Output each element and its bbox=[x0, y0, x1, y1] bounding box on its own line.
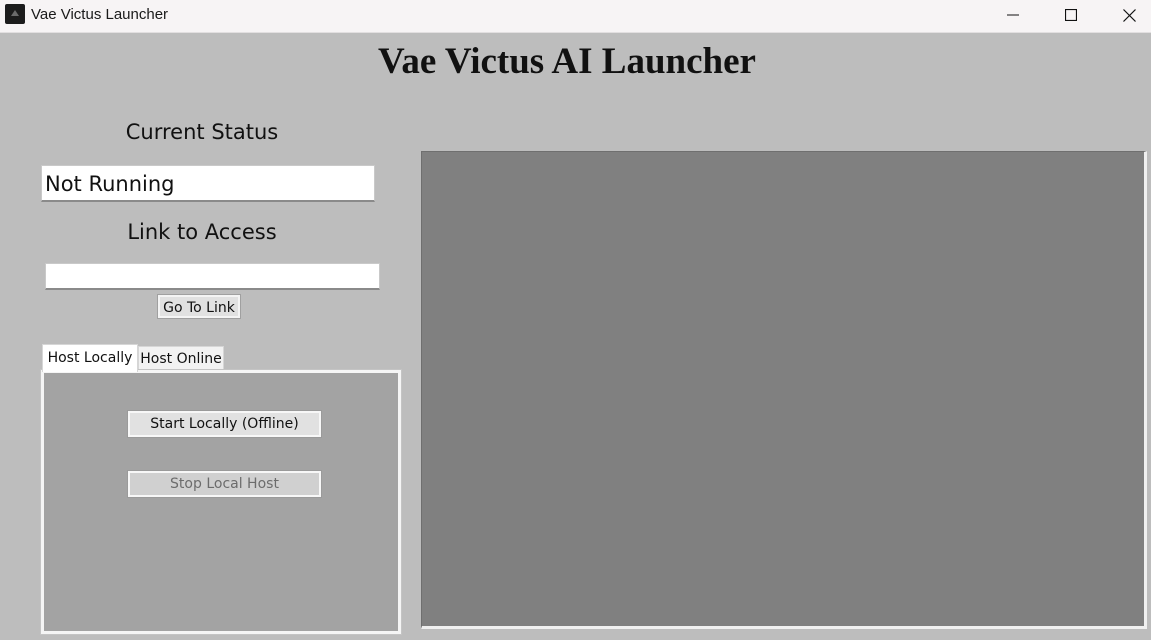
link-input[interactable] bbox=[45, 263, 380, 290]
link-label: Link to Access bbox=[127, 220, 277, 244]
maximize-button[interactable] bbox=[1048, 0, 1094, 30]
start-locally-button[interactable]: Start Locally (Offline) bbox=[127, 410, 322, 438]
host-locally-panel bbox=[40, 369, 402, 635]
minimize-icon bbox=[1007, 14, 1019, 16]
stop-local-host-button[interactable]: Stop Local Host bbox=[127, 470, 322, 498]
display-area bbox=[421, 151, 1147, 629]
close-button[interactable] bbox=[1106, 0, 1151, 30]
status-field: Not Running bbox=[41, 165, 375, 202]
close-icon bbox=[1122, 8, 1136, 22]
tab-host-online[interactable]: Host Online bbox=[138, 346, 224, 371]
tab-host-locally[interactable]: Host Locally bbox=[42, 344, 138, 372]
app-logo-icon bbox=[5, 4, 25, 24]
window-title: Vae Victus Launcher bbox=[31, 6, 169, 23]
title-bar[interactable]: Vae Victus Launcher bbox=[0, 0, 1151, 33]
app-window: Vae Victus Launcher Vae Victus AI Launch… bbox=[0, 0, 1151, 640]
maximize-icon bbox=[1065, 9, 1077, 21]
status-label: Current Status bbox=[125, 120, 279, 144]
minimize-button[interactable] bbox=[990, 0, 1036, 30]
go-to-link-button[interactable]: Go To Link bbox=[157, 294, 241, 319]
app-heading: Vae Victus AI Launcher bbox=[378, 41, 756, 82]
